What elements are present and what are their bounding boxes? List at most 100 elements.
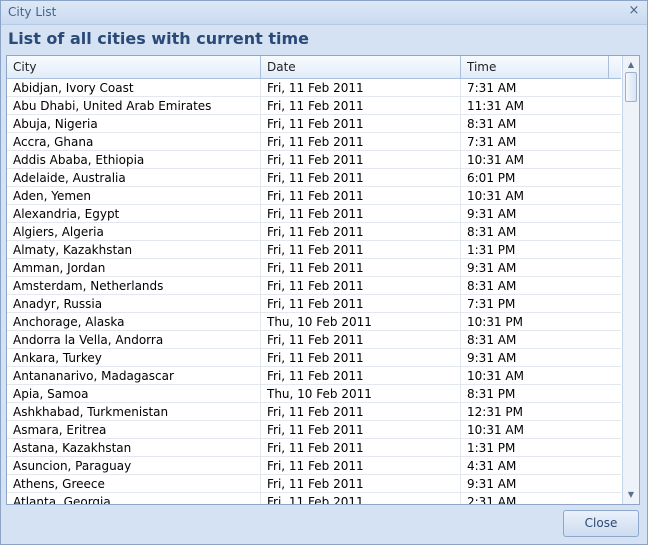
- cell-time: 1:31 PM: [467, 243, 516, 257]
- close-button[interactable]: Close: [563, 510, 639, 537]
- table-row[interactable]: Asmara, Eritrea Fri, 11 Feb 2011 10:31 AM: [7, 421, 621, 439]
- table-row[interactable]: Almaty, Kazakhstan Fri, 11 Feb 2011 1:31 P…: [7, 241, 621, 259]
- cell-time: 9:31 AM: [467, 351, 517, 365]
- table-row[interactable]: Astana, Kazakhstan Fri, 11 Feb 2011 1:31 P…: [7, 439, 621, 457]
- cell-time: 10:31 AM: [467, 189, 524, 203]
- cell-city: Atlanta, Georgia: [7, 493, 261, 504]
- cell-city: Ashkhabad, Turkmenistan: [7, 403, 261, 421]
- table-row[interactable]: Athens, Greece Fri, 11 Feb 2011 9:31 AM: [7, 475, 621, 493]
- table-row[interactable]: Adelaide, Australia Fri, 11 Feb 2011 6:01 …: [7, 169, 621, 187]
- cell-city: Accra, Ghana: [7, 133, 261, 151]
- table-row[interactable]: Abu Dhabi, United Arab Emirates Fri, 11 F…: [7, 97, 621, 115]
- cell-time: 7:31 AM: [467, 81, 517, 95]
- cell-date: Fri, 11 Feb 2011: [261, 349, 461, 367]
- table-row[interactable]: Andorra la Vella, Andorra Fri, 11 Feb 201…: [7, 331, 621, 349]
- cell-date: Fri, 11 Feb 2011: [261, 259, 461, 277]
- cell-date: Thu, 10 Feb 2011: [261, 385, 461, 403]
- cell-time: 9:31 AM: [467, 207, 517, 221]
- scroll-up-icon[interactable]: ▲: [623, 58, 639, 72]
- cell-date: Fri, 11 Feb 2011: [261, 241, 461, 259]
- cell-time: 9:31 AM: [467, 477, 517, 491]
- cell-time: 11:31 AM: [467, 99, 524, 113]
- table-row[interactable]: Asuncion, Paraguay Fri, 11 Feb 2011 4:31 A…: [7, 457, 621, 475]
- cell-date: Fri, 11 Feb 2011: [261, 169, 461, 187]
- table-row[interactable]: Addis Ababa, Ethiopia Fri, 11 Feb 2011 10:…: [7, 151, 621, 169]
- cell-date: Fri, 11 Feb 2011: [261, 79, 461, 97]
- cell-date: Fri, 11 Feb 2011: [261, 205, 461, 223]
- table-row[interactable]: Aden, Yemen Fri, 11 Feb 2011 10:31 AM: [7, 187, 621, 205]
- table-row[interactable]: Apia, Samoa Thu, 10 Feb 2011 8:31 PM: [7, 385, 621, 403]
- cell-city: Apia, Samoa: [7, 385, 261, 403]
- table-row[interactable]: Abidjan, Ivory Coast Fri, 11 Feb 2011 7:31…: [7, 79, 621, 97]
- table-row[interactable]: Alexandria, Egypt Fri, 11 Feb 2011 9:31 AM: [7, 205, 621, 223]
- cell-date: Fri, 11 Feb 2011: [261, 403, 461, 421]
- cell-time: 12:31 PM: [467, 405, 523, 419]
- cell-city: Ankara, Turkey: [7, 349, 261, 367]
- cell-date: Fri, 11 Feb 2011: [261, 223, 461, 241]
- cell-city: Anchorage, Alaska: [7, 313, 261, 331]
- table-row[interactable]: Ashkhabad, Turkmenistan Fri, 11 Feb 2011 1…: [7, 403, 621, 421]
- scroll-down-icon[interactable]: ▼: [623, 488, 639, 502]
- table-row[interactable]: Amsterdam, Netherlands Fri, 11 Feb 2011 8:…: [7, 277, 621, 295]
- cell-date: Fri, 11 Feb 2011: [261, 439, 461, 457]
- cell-date: Fri, 11 Feb 2011: [261, 151, 461, 169]
- cell-date: Fri, 11 Feb 2011: [261, 331, 461, 349]
- table-row[interactable]: Algiers, Algeria Fri, 11 Feb 2011 8:31 AM: [7, 223, 621, 241]
- cell-city: Adelaide, Australia: [7, 169, 261, 187]
- table-row[interactable]: Amman, Jordan Fri, 11 Feb 2011 9:31 AM: [7, 259, 621, 277]
- cell-date: Fri, 11 Feb 2011: [261, 421, 461, 439]
- cell-time: 4:31 AM: [467, 459, 517, 473]
- cell-city: Astana, Kazakhstan: [7, 439, 261, 457]
- cell-time: 8:31 PM: [467, 387, 516, 401]
- cell-time: 10:31 PM: [467, 315, 523, 329]
- column-header-city[interactable]: City: [7, 56, 261, 78]
- table-row[interactable]: Ankara, Turkey Fri, 11 Feb 2011 9:31 AM: [7, 349, 621, 367]
- cell-city: Abu Dhabi, United Arab Emirates: [7, 97, 261, 115]
- table-row[interactable]: Anadyr, Russia Fri, 11 Feb 2011 7:31 PM: [7, 295, 621, 313]
- scroll-thumb[interactable]: [625, 72, 637, 102]
- column-header-time[interactable]: Time: [461, 56, 609, 78]
- cell-time: 10:31 AM: [467, 153, 524, 167]
- table-header: City Date Time: [7, 56, 621, 79]
- cell-date: Fri, 11 Feb 2011: [261, 115, 461, 133]
- cell-date: Fri, 11 Feb 2011: [261, 475, 461, 493]
- cell-city: Athens, Greece: [7, 475, 261, 493]
- cell-date: Fri, 11 Feb 2011: [261, 493, 461, 504]
- cell-city: Asuncion, Paraguay: [7, 457, 261, 475]
- cell-time: 7:31 AM: [467, 135, 517, 149]
- vertical-scrollbar[interactable]: ▲ ▼: [622, 56, 639, 504]
- table-row[interactable]: Abuja, Nigeria Fri, 11 Feb 2011 8:31 AM: [7, 115, 621, 133]
- city-list-window: City List × List of all cities with curr…: [0, 0, 648, 545]
- table-body: Abidjan, Ivory Coast Fri, 11 Feb 2011 7:31…: [7, 79, 621, 504]
- table-row[interactable]: Atlanta, Georgia Fri, 11 Feb 2011 2:31 AM: [7, 493, 621, 504]
- cell-date: Thu, 10 Feb 2011: [261, 313, 461, 331]
- cell-city: Aden, Yemen: [7, 187, 261, 205]
- cell-time: 1:31 PM: [467, 441, 516, 455]
- cell-city: Andorra la Vella, Andorra: [7, 331, 261, 349]
- cell-date: Fri, 11 Feb 2011: [261, 97, 461, 115]
- cell-date: Fri, 11 Feb 2011: [261, 133, 461, 151]
- cell-city: Abidjan, Ivory Coast: [7, 79, 261, 97]
- cell-city: Almaty, Kazakhstan: [7, 241, 261, 259]
- cell-city: Amsterdam, Netherlands: [7, 277, 261, 295]
- window-title: City List: [8, 5, 57, 19]
- table-row[interactable]: Accra, Ghana Fri, 11 Feb 2011 7:31 AM: [7, 133, 621, 151]
- column-header-date[interactable]: Date: [261, 56, 461, 78]
- cell-time: 8:31 AM: [467, 225, 517, 239]
- cell-time: 7:31 PM: [467, 297, 516, 311]
- cell-date: Fri, 11 Feb 2011: [261, 187, 461, 205]
- cell-city: Amman, Jordan: [7, 259, 261, 277]
- cell-city: Antananarivo, Madagascar: [7, 367, 261, 385]
- cell-city: Asmara, Eritrea: [7, 421, 261, 439]
- cell-city: Alexandria, Egypt: [7, 205, 261, 223]
- table-row[interactable]: Anchorage, Alaska Thu, 10 Feb 2011 10:31 P…: [7, 313, 621, 331]
- cell-time: 8:31 AM: [467, 333, 517, 347]
- cell-date: Fri, 11 Feb 2011: [261, 277, 461, 295]
- page-title: List of all cities with current time: [8, 29, 309, 48]
- city-table: City Date Time Abidjan, Ivory Coast Fri, …: [6, 55, 640, 505]
- cell-time: 2:31 AM: [467, 495, 517, 504]
- table-row[interactable]: Antananarivo, Madagascar Fri, 11 Feb 2011…: [7, 367, 621, 385]
- close-icon[interactable]: ×: [626, 3, 642, 19]
- cell-time: 8:31 AM: [467, 117, 517, 131]
- cell-city: Anadyr, Russia: [7, 295, 261, 313]
